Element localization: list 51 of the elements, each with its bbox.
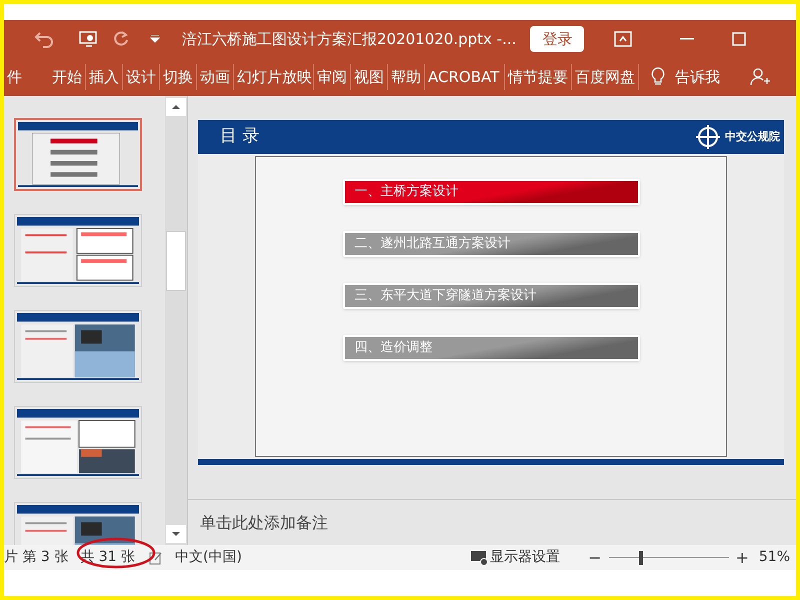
dropdown-icon[interactable] bbox=[150, 35, 160, 43]
language[interactable]: 中文(中国) bbox=[174, 547, 242, 568]
zoom-slider[interactable] bbox=[609, 550, 730, 564]
zoom-in-button[interactable]: + bbox=[735, 546, 749, 570]
ribbon-tab[interactable]: 件 bbox=[4, 64, 25, 90]
ribbon-tab[interactable]: 视图 bbox=[351, 64, 388, 90]
ribbon-tab[interactable]: ACROBAT bbox=[425, 64, 505, 90]
ribbon-tab[interactable]: 帮助 bbox=[388, 64, 425, 90]
slide-heading: 目 录 bbox=[220, 125, 260, 148]
zoom-out-button[interactable]: − bbox=[588, 546, 602, 570]
ribbon-tab[interactable]: 设计 bbox=[123, 64, 160, 90]
agenda-item: 二、遂州北路互通方案设计 bbox=[342, 231, 640, 257]
slide-thumbnail[interactable] bbox=[14, 310, 142, 383]
display-settings-icon[interactable] bbox=[470, 550, 488, 566]
agenda-item: 四、造价调整 bbox=[342, 335, 640, 361]
share-person-icon[interactable] bbox=[750, 67, 770, 87]
slide-number: 片 第 3 张 bbox=[4, 548, 68, 567]
ribbon-tab[interactable]: 切换 bbox=[160, 64, 197, 90]
scrollbar[interactable] bbox=[165, 96, 187, 545]
tell-me-button[interactable]: 告诉我 bbox=[675, 66, 720, 88]
scrollbar-thumb[interactable] bbox=[166, 230, 186, 290]
ribbon-tab[interactable]: 百度网盘 bbox=[572, 64, 639, 90]
redo-icon[interactable] bbox=[112, 30, 130, 48]
presenter-icon[interactable] bbox=[78, 29, 98, 49]
ribbon-tab[interactable]: 开始 bbox=[49, 64, 86, 90]
lightbulb-icon[interactable] bbox=[651, 67, 665, 87]
slide-thumbnail[interactable] bbox=[14, 214, 142, 287]
login-button[interactable]: 登录 bbox=[530, 26, 584, 52]
notes-placeholder[interactable]: 单击此处添加备注 bbox=[200, 510, 328, 534]
agenda-item: 三、东平大道下穿隧道方案设计 bbox=[342, 283, 640, 309]
slide-thumbnail[interactable] bbox=[14, 406, 142, 479]
scroll-up-icon[interactable] bbox=[166, 98, 186, 116]
logo-icon bbox=[695, 124, 721, 150]
zoom-slider-thumb[interactable] bbox=[638, 550, 643, 564]
maximize-icon[interactable] bbox=[732, 32, 746, 46]
ribbon-tab[interactable]: 审阅 bbox=[314, 64, 351, 90]
notes-icon[interactable] bbox=[148, 550, 163, 564]
window-title: 涪江六桥施工图设计方案汇报20201020.pptx -... bbox=[182, 28, 516, 50]
minimize-icon[interactable] bbox=[680, 38, 694, 40]
ribbon-display-icon[interactable] bbox=[614, 31, 632, 47]
display-settings[interactable]: 显示器设置 bbox=[490, 547, 560, 568]
ribbon-tab[interactable]: 动画 bbox=[197, 64, 234, 90]
ribbon-tab[interactable]: 情节提要 bbox=[505, 64, 572, 90]
ribbon-tab[interactable]: 幻灯片放映 bbox=[234, 64, 314, 90]
ribbon-tab[interactable]: 插入 bbox=[86, 64, 123, 90]
scroll-down-icon[interactable] bbox=[166, 525, 186, 543]
agenda-item: 一、主桥方案设计 bbox=[342, 179, 640, 205]
logo-text: 中交公规院 bbox=[725, 128, 780, 145]
slide-thumbnail[interactable] bbox=[14, 118, 142, 191]
undo-icon[interactable] bbox=[34, 30, 54, 48]
zoom-level[interactable]: 51% bbox=[758, 547, 790, 568]
